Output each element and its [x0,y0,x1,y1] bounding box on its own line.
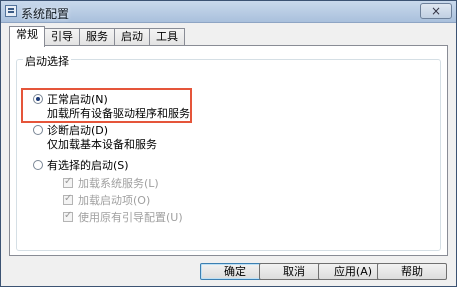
load-system-services-label: 加载系统服务(L) [78,177,159,190]
tab-tools[interactable]: 工具 [149,28,185,46]
tab-general[interactable]: 常规 [9,26,45,47]
diagnostic-startup-desc: 仅加载基本设备和服务 [47,138,157,151]
load-startup-items-checkbox[interactable] [63,193,73,205]
tab-strip: 常规 引导 服务 启动 工具 [9,26,185,47]
selective-startup-radio[interactable] [33,160,43,170]
tab-services[interactable]: 服务 [79,28,115,46]
tab-startup[interactable]: 启动 [114,28,150,46]
startup-selection-group: 启动选择 正常启动(N) 加载所有设备驱动程序和服务 诊断启动(D) 仅加载基本… [16,53,441,251]
tab-boot[interactable]: 引导 [44,28,80,46]
normal-startup-radio[interactable] [33,94,43,104]
normal-startup-desc: 加载所有设备驱动程序和服务 [47,107,190,120]
window-title: 系统配置 [21,7,70,21]
use-original-boot-config-checkbox[interactable] [63,210,73,222]
selective-startup-label[interactable]: 有选择的启动(S) [47,157,129,173]
msconfig-icon [5,5,17,17]
dialog-body: 常规 引导 服务 启动 工具 启动选择 正常启动(N) 加载所有设备驱动程序和服… [5,23,452,282]
close-button[interactable]: × [420,3,452,19]
load-startup-items-label: 加载启动项(O) [78,194,151,207]
group-title: 启动选择 [23,53,71,69]
general-tab-panel: 启动选择 正常启动(N) 加载所有设备驱动程序和服务 诊断启动(D) 仅加载基本… [9,45,448,256]
diagnostic-startup-radio[interactable] [33,125,43,135]
use-original-boot-config-label: 使用原有引导配置(U) [78,211,183,224]
close-icon: × [430,4,442,18]
system-config-window: 系统配置 × 常规 引导 服务 启动 工具 启动选择 正常启动(N) 加载所有设… [0,0,457,287]
help-button[interactable]: 帮助 [377,263,447,280]
load-system-services-checkbox[interactable] [63,176,73,188]
title-bar[interactable]: 系统配置 × [1,1,456,23]
